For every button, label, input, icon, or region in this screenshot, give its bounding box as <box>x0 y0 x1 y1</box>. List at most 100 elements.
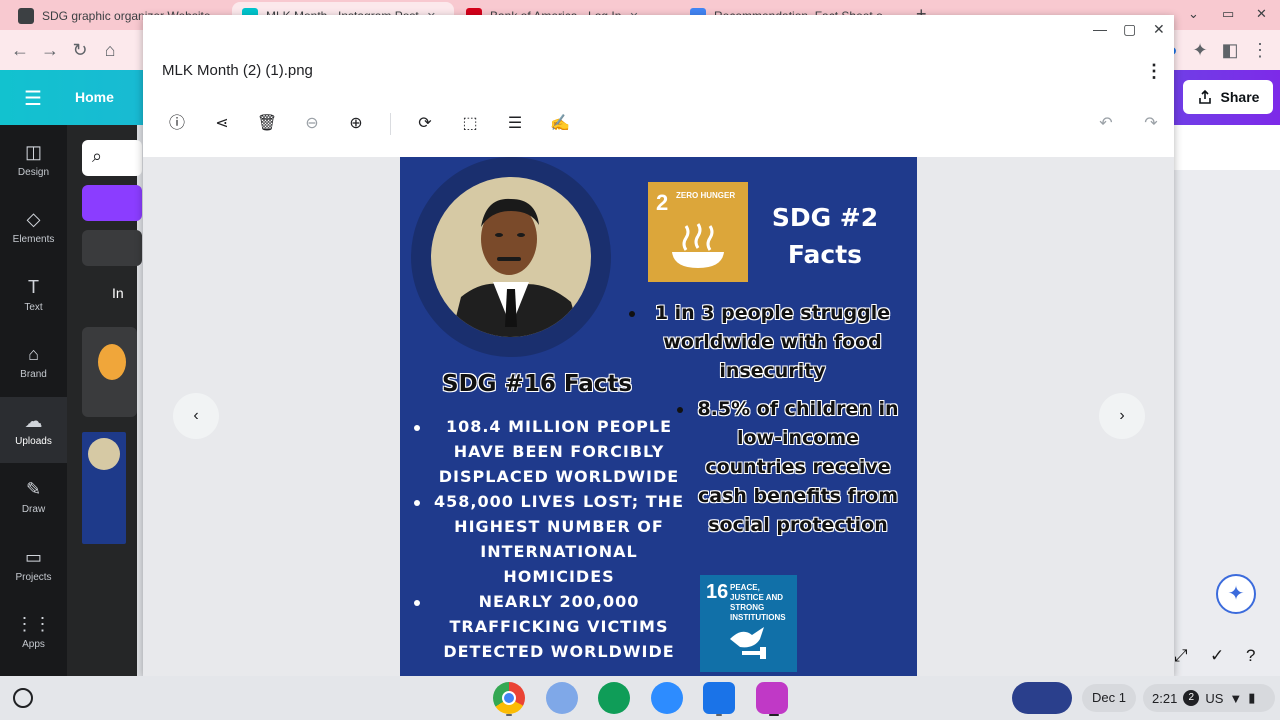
nav-uploads[interactable]: ☁ Uploads <box>0 397 67 463</box>
nav-apps[interactable]: ⋮⋮ Apps <box>0 614 67 664</box>
search-icon: ⌕ <box>92 146 103 166</box>
check-circle-icon[interactable]: ✓ <box>1210 646 1224 666</box>
window-close-button[interactable]: ✕ <box>1256 6 1267 22</box>
bullet-icon <box>414 600 420 606</box>
upload-thumbnail-mlk-poster[interactable] <box>82 432 126 544</box>
markup-icon[interactable]: ✍ <box>549 113 571 135</box>
active-indicator <box>769 714 779 716</box>
undo-icon[interactable]: ↶ <box>1095 113 1117 135</box>
rotate-icon[interactable]: ⟳ <box>414 113 436 135</box>
poster-image: 2 ZERO HUNGER SDG #2 Facts 1 in 3 people… <box>400 157 917 676</box>
draw-icon: ✎ <box>25 479 42 499</box>
toolbar-divider <box>390 113 391 135</box>
puzzle-icon[interactable]: ✦ <box>1188 38 1212 62</box>
home-icon[interactable]: ⌂ <box>98 38 122 62</box>
upload-thumbnail[interactable] <box>82 327 137 417</box>
zoom-app-icon[interactable] <box>651 682 683 714</box>
text-icon: T <box>28 277 39 297</box>
delete-icon[interactable]: 🗑 <box>256 113 278 135</box>
mlk-portrait-icon <box>451 198 581 337</box>
launcher-button[interactable] <box>13 688 33 708</box>
sdg16-title: SDG #16 Facts <box>442 371 633 397</box>
share-icon <box>1198 89 1211 104</box>
upload-search-input[interactable]: ⌕ <box>82 140 142 176</box>
record-button[interactable] <box>82 230 142 266</box>
nav-text[interactable]: T Text <box>0 277 67 327</box>
sdg16-logo: 16 PEACE, JUSTICE AND STRONG INSTITUTION… <box>700 575 797 672</box>
back-arrow-icon[interactable]: ← <box>8 38 32 62</box>
status-tray[interactable]: 2:21 2 US ▼ ▮ <box>1143 684 1275 712</box>
nav-draw[interactable]: ✎ Draw <box>0 479 67 529</box>
next-image-button[interactable]: › <box>1099 393 1145 439</box>
sdg2-fact-1: 1 in 3 people struggle worldwide with fo… <box>654 302 891 382</box>
help-icon[interactable]: ? <box>1246 646 1255 666</box>
dove-gavel-icon <box>730 627 766 659</box>
thumbnail-graphic-icon <box>98 344 126 380</box>
previous-image-button[interactable]: ‹ <box>173 393 219 439</box>
chrome-app-icon[interactable] <box>493 682 525 714</box>
wifi-icon: ▼ <box>1229 690 1243 706</box>
upload-files-button[interactable] <box>82 185 142 221</box>
fullscreen-icon[interactable]: ⤢ <box>1174 646 1188 666</box>
share-icon[interactable]: ⋖ <box>211 113 233 135</box>
info-icon[interactable]: ⓘ <box>166 113 188 135</box>
zoom-out-icon[interactable]: ⊖ <box>301 113 323 135</box>
adjust-icon[interactable]: ☰ <box>504 113 526 135</box>
window-minimize-button[interactable]: ⌄ <box>1188 6 1199 22</box>
bullet-icon <box>414 425 420 431</box>
reload-icon[interactable]: ↻ <box>68 38 92 62</box>
classroom-app-icon[interactable] <box>598 682 630 714</box>
redo-icon[interactable]: ↷ <box>1140 113 1162 135</box>
share-button[interactable]: Share <box>1183 80 1273 114</box>
gallery-maximize-button[interactable]: ▢ <box>1123 21 1136 38</box>
keyboard-locale: US <box>1205 690 1224 706</box>
gallery-app-icon[interactable] <box>756 682 788 714</box>
bullet-icon <box>629 311 635 317</box>
apps-grid-icon: ⋮⋮ <box>15 614 52 634</box>
running-indicator <box>716 714 722 716</box>
thumbnail-portrait-icon <box>88 438 120 470</box>
side-panel-icon[interactable]: ◧ <box>1218 38 1242 62</box>
battery-icon: ▮ <box>1248 690 1256 705</box>
tab-favicon-icon <box>18 8 34 24</box>
sdg2-title: SDG #2 Facts <box>771 203 879 269</box>
nav-design[interactable]: ◫ Design <box>0 142 67 192</box>
nav-projects[interactable]: ▭ Projects <box>0 547 67 597</box>
canva-home-link[interactable]: Home <box>75 89 114 105</box>
gallery-header: — ▢ ✕ MLK Month (2) (1).png ⋮ ⓘ ⋖ 🗑 ⊖ ⊕ … <box>143 15 1174 157</box>
upload-cloud-icon: ☁ <box>24 411 43 431</box>
canva-side-nav: ◫ Design ◇ Elements T Text ⌂ Brand ☁ Uploads … <box>0 125 67 676</box>
window-restore-button[interactable]: ▭ <box>1222 6 1234 22</box>
zoom-in-icon[interactable]: ⊕ <box>345 113 367 135</box>
gallery-minimize-button[interactable]: — <box>1093 21 1107 37</box>
folder-icon: ▭ <box>24 547 42 567</box>
more-options-icon[interactable]: ⋮ <box>1145 61 1163 82</box>
bullet-icon <box>414 500 420 506</box>
crop-icon[interactable]: ⬚ <box>459 113 481 135</box>
brand-icon: ⌂ <box>28 344 39 364</box>
tray-holding-space[interactable] <box>1012 682 1072 714</box>
nav-elements[interactable]: ◇ Elements <box>0 209 67 259</box>
browser-menu-icon[interactable]: ⋮ <box>1248 38 1272 62</box>
clock: 2:21 <box>1152 690 1178 706</box>
tab-images[interactable]: In <box>112 285 124 301</box>
sdg16-fact-2: 458,000 LIVES LOST; THE HIGHEST NUMBER O… <box>434 492 684 586</box>
notification-badge: 2 <box>1183 690 1200 706</box>
sdg2-logo: 2 ZERO HUNGER <box>648 182 748 282</box>
gallery-close-button[interactable]: ✕ <box>1153 21 1165 38</box>
files-app-icon[interactable] <box>703 682 735 714</box>
magic-sparkle-button[interactable]: ✦ <box>1216 574 1256 614</box>
hamburger-menu-icon[interactable]: ☰ <box>24 86 42 111</box>
bullet-icon <box>677 407 683 413</box>
soup-bowl-icon <box>672 223 724 268</box>
sdg2-fact-2: 8.5% of children in low-income countries… <box>697 398 899 536</box>
date-tray[interactable]: Dec 1 <box>1082 684 1136 712</box>
forward-arrow-icon[interactable]: → <box>38 38 62 62</box>
file-name: MLK Month (2) (1).png <box>162 62 313 79</box>
nav-brand[interactable]: ⌂ Brand <box>0 344 67 394</box>
canvas-app-icon[interactable] <box>546 682 578 714</box>
design-icon: ◫ <box>24 142 42 162</box>
sdg16-fact-3: NEARLY 200,000 TRAFFICKING VICTIMS DETEC… <box>443 592 675 661</box>
sdg16-fact-1: 108.4 MILLION PEOPLE HAVE BEEN FORCIBLY … <box>438 417 680 486</box>
running-indicator <box>506 714 512 716</box>
